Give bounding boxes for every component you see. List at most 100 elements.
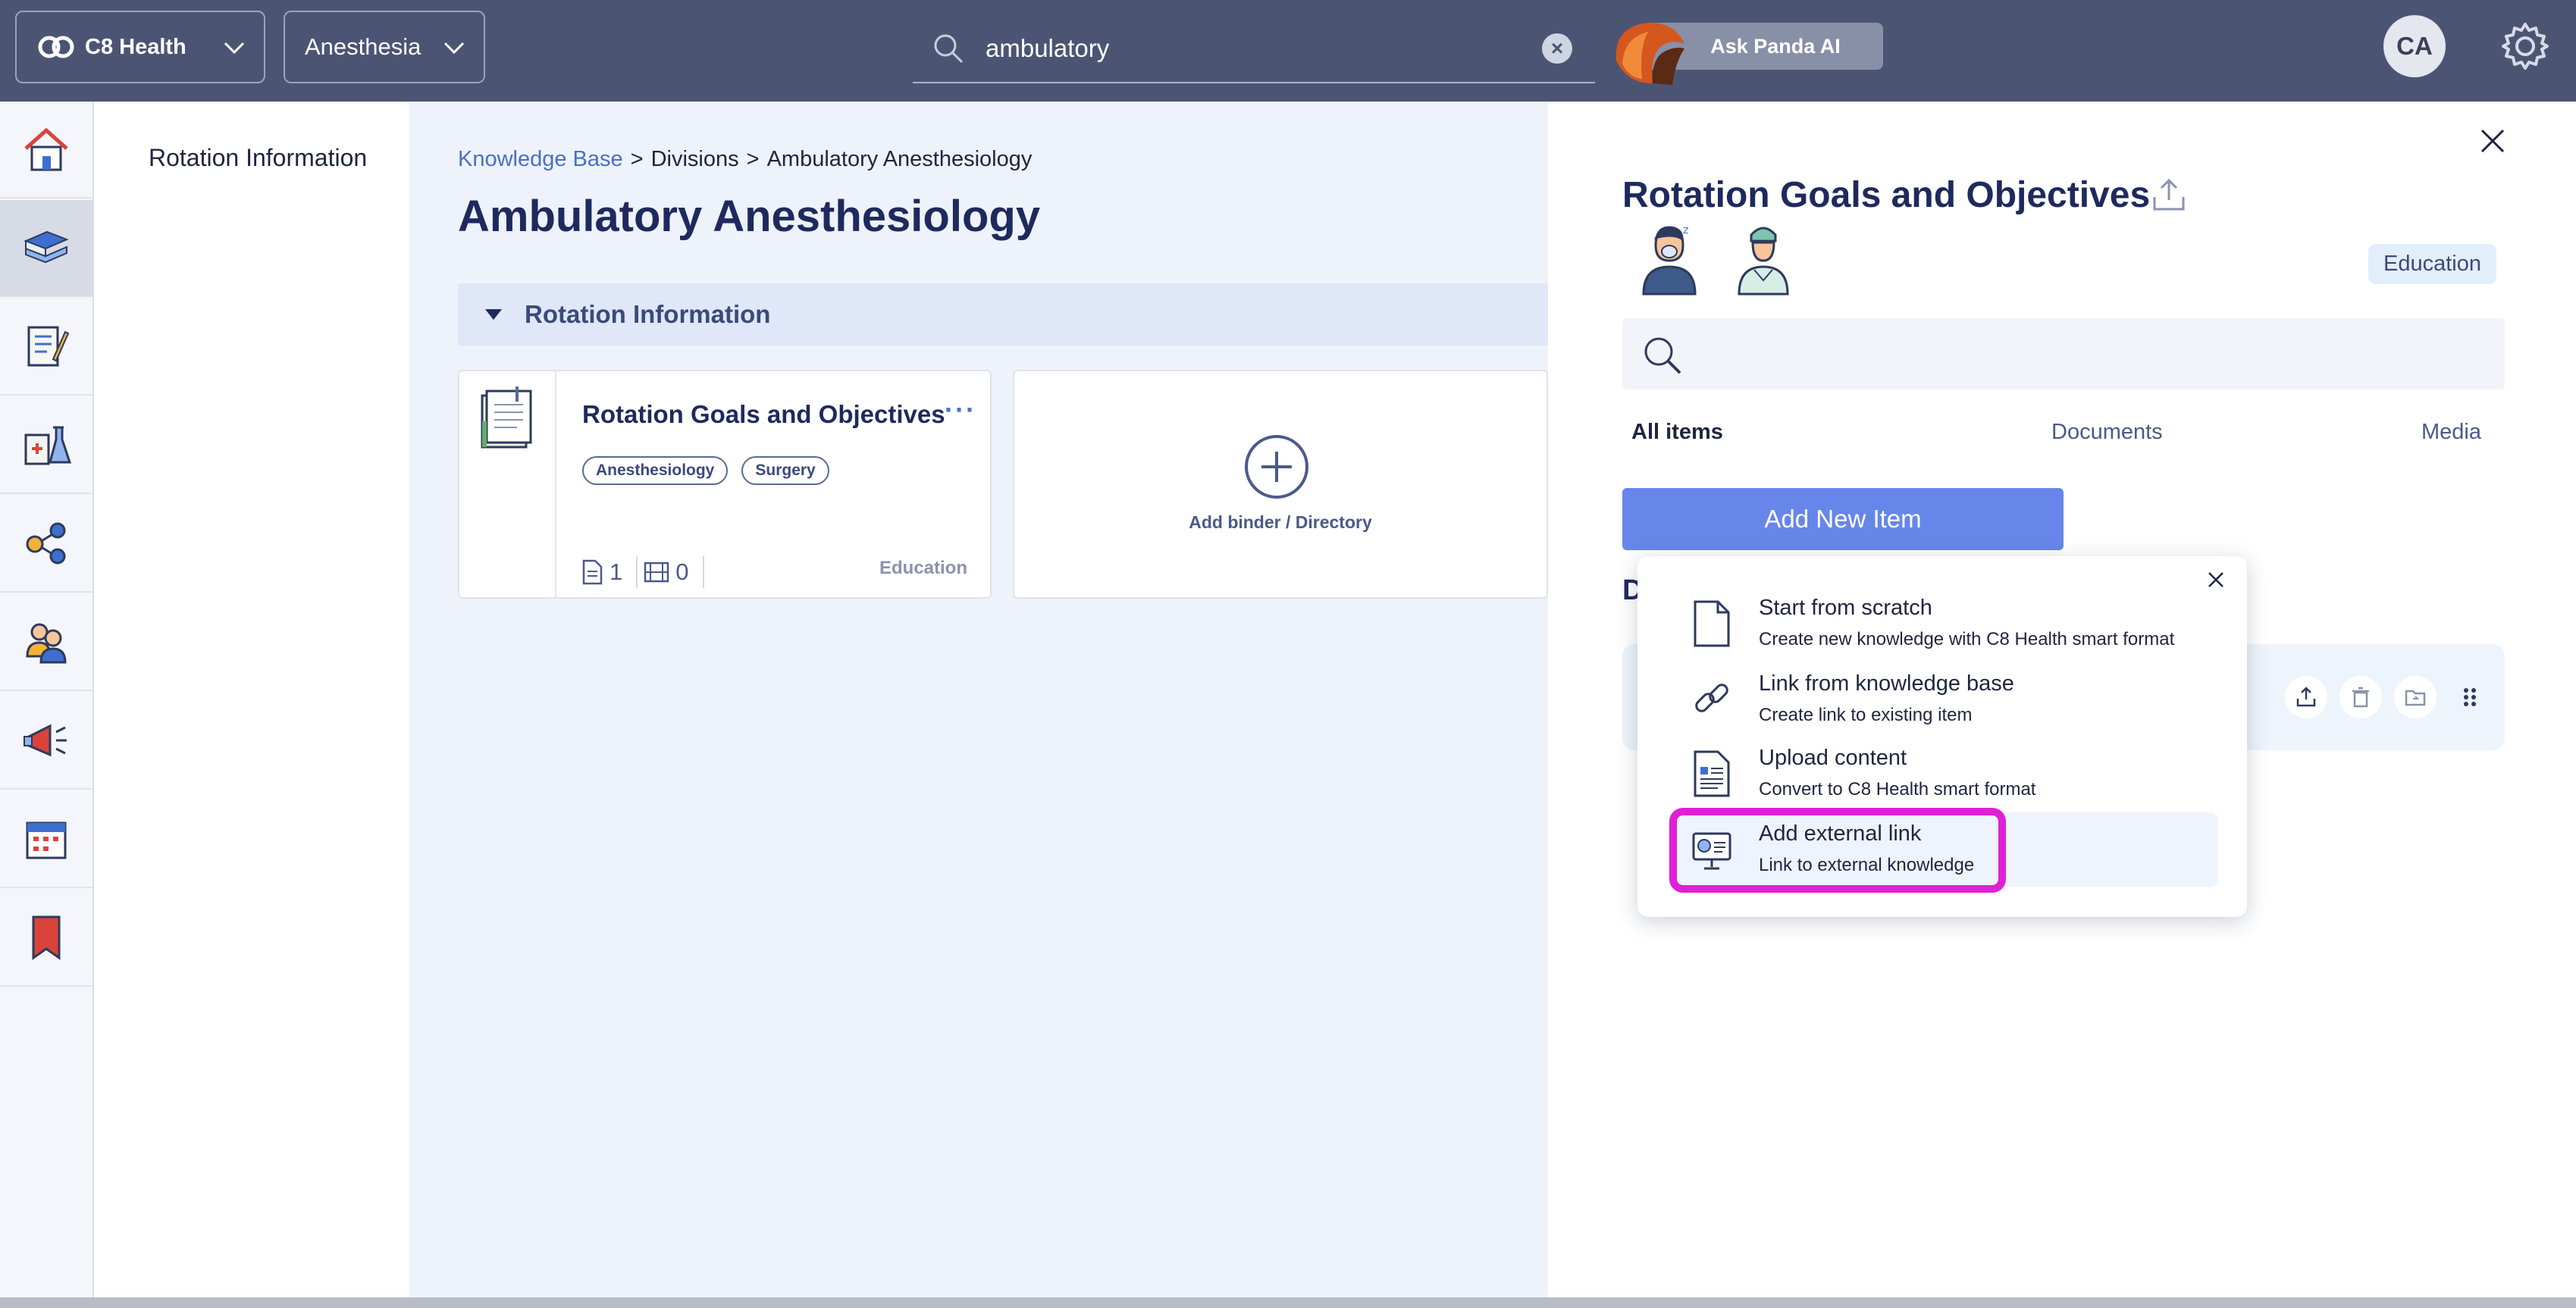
- avatar[interactable]: CA: [2383, 15, 2446, 77]
- media-count-icon: [644, 562, 669, 583]
- share-icon: [2296, 687, 2316, 707]
- add-binder-card[interactable]: Add binder / Directory: [1013, 370, 1548, 599]
- tag[interactable]: Surgery: [741, 456, 829, 485]
- bookmark-icon: [32, 915, 61, 960]
- breadcrumb-separator: >: [630, 147, 644, 171]
- share-item-button[interactable]: [2285, 676, 2327, 718]
- blank-document-icon: [1694, 600, 1730, 647]
- nav-calendar[interactable]: [0, 791, 92, 888]
- main-content: Knowledge Base > Divisions > Ambulatory …: [409, 102, 1550, 1308]
- binder-category: Education: [879, 558, 967, 578]
- top-bar: C8 Health Anesthesia ambulatory × Ask Pa…: [0, 0, 2576, 102]
- page-title: Ambulatory Anesthesiology: [458, 192, 1041, 241]
- tab-media[interactable]: Media: [2421, 420, 2481, 445]
- search-icon: [1644, 337, 1681, 374]
- surgeon-icon: [1738, 227, 1789, 296]
- chevron-down-icon: [224, 42, 245, 55]
- menu-item-start-from-scratch[interactable]: Start from scratch Create new knowledge …: [1637, 587, 2217, 659]
- tab-all-items[interactable]: All items: [1631, 420, 1723, 445]
- drag-handle-icon[interactable]: [2449, 676, 2491, 718]
- chain-link-icon: [1695, 684, 1728, 712]
- global-search[interactable]: ambulatory ×: [913, 15, 1595, 83]
- breadcrumb: Knowledge Base > Divisions > Ambulatory …: [458, 147, 1032, 172]
- section-title: Rotation Information: [525, 300, 771, 328]
- document-count-icon: [582, 559, 603, 585]
- window-bottom-edge: [0, 1297, 2576, 1308]
- sidebar-item-rotation-information[interactable]: Rotation Information: [149, 144, 367, 172]
- nav-checklists[interactable]: [0, 299, 92, 396]
- move-item-button[interactable]: [2394, 676, 2437, 718]
- breadcrumb-current: Ambulatory Anesthesiology: [766, 147, 1033, 171]
- folder-move-icon: [2405, 690, 2426, 706]
- menu-item-upload-content[interactable]: Upload content Convert to C8 Health smar…: [1637, 737, 2217, 809]
- chevron-down-icon: [443, 42, 465, 55]
- section-header-rotation-information[interactable]: Rotation Information: [458, 283, 1550, 346]
- breadcrumb-separator: >: [746, 147, 760, 171]
- trash-icon: [2352, 687, 2369, 708]
- tag-list: Anesthesiology Surgery: [582, 456, 829, 485]
- left-navigation: [0, 102, 94, 1308]
- department-select[interactable]: Anesthesia: [284, 11, 485, 83]
- nav-users[interactable]: [0, 594, 92, 691]
- add-new-item-button[interactable]: Add New Item: [1622, 488, 2064, 550]
- binder-stats: 1 0: [581, 556, 704, 588]
- lab-icon: [24, 426, 72, 465]
- more-options-icon[interactable]: ···: [945, 394, 976, 426]
- org-logo-icon: [38, 36, 74, 58]
- search-input[interactable]: ambulatory: [986, 34, 1109, 63]
- nav-announcements[interactable]: [0, 693, 92, 790]
- menu-item-link-from-knowledge-base[interactable]: Link from knowledge base Create link to …: [1637, 662, 2217, 735]
- panel-title: Rotation Goals and Objectives: [1622, 175, 2151, 215]
- notebook-icon: [481, 386, 532, 449]
- search-icon: [934, 34, 964, 64]
- binder-card[interactable]: Rotation Goals and Objectives ··· Anesth…: [458, 370, 992, 599]
- organization-name: C8 Health: [85, 34, 186, 59]
- highlight-annotation-box: [1669, 808, 2006, 893]
- section-sidebar: Rotation Information: [94, 102, 409, 1308]
- collapse-triangle-icon: [485, 309, 502, 320]
- organization-select[interactable]: C8 Health: [15, 11, 265, 83]
- menu-item-title: Upload content: [1759, 746, 1907, 770]
- add-circle-icon: [1245, 435, 1308, 499]
- knowledge-base-icon: [24, 230, 69, 264]
- binder-title[interactable]: Rotation Goals and Objectives: [582, 400, 945, 429]
- add-binder-label: Add binder / Directory: [1189, 512, 1372, 532]
- breadcrumb-knowledge-base[interactable]: Knowledge Base: [458, 147, 623, 172]
- menu-item-subtitle: Create new knowledge with C8 Health smar…: [1759, 629, 2175, 649]
- menu-item-title: Start from scratch: [1759, 596, 1932, 620]
- tag[interactable]: Anesthesiology: [582, 456, 729, 485]
- menu-item-subtitle: Convert to C8 Health smart format: [1759, 779, 2036, 800]
- nav-network[interactable]: [0, 496, 92, 593]
- gear-icon[interactable]: [2499, 20, 2552, 73]
- panel-search-input[interactable]: [1622, 318, 2505, 390]
- panda-mascot-icon: [1615, 23, 1684, 85]
- clear-search-icon[interactable]: ×: [1542, 33, 1572, 64]
- announcements-icon: [24, 724, 67, 757]
- department-name: Anesthesia: [305, 33, 421, 60]
- calendar-icon: [26, 821, 67, 859]
- nav-knowledge-base[interactable]: [0, 200, 92, 297]
- nav-bookmarks[interactable]: [0, 890, 92, 987]
- menu-item-title: Link from knowledge base: [1759, 671, 2014, 696]
- home-icon: [24, 127, 68, 171]
- users-icon: [26, 623, 67, 664]
- category-badge: Education: [2368, 244, 2496, 284]
- menu-item-subtitle: Create link to existing item: [1759, 705, 1973, 725]
- item-tabs: All items Documents Media: [1622, 420, 2506, 458]
- network-icon: [26, 522, 66, 565]
- tab-documents[interactable]: Documents: [2051, 420, 2163, 445]
- share-icon[interactable]: [2150, 176, 2188, 214]
- breadcrumb-divisions[interactable]: Divisions: [651, 147, 739, 172]
- anesthetized-patient-icon: z: [1642, 224, 1697, 296]
- close-icon[interactable]: [2477, 126, 2508, 156]
- uploaded-document-icon: [1694, 750, 1730, 797]
- nav-home[interactable]: [0, 102, 92, 199]
- document-count: 1: [610, 559, 623, 585]
- checklist-icon: [27, 326, 70, 367]
- media-count: 0: [675, 559, 689, 585]
- audience-icons: z: [1637, 223, 1795, 296]
- nav-lab[interactable]: [0, 397, 92, 494]
- svg-text:z: z: [1683, 224, 1688, 236]
- row-actions: [2285, 676, 2491, 718]
- delete-item-button[interactable]: [2339, 676, 2382, 718]
